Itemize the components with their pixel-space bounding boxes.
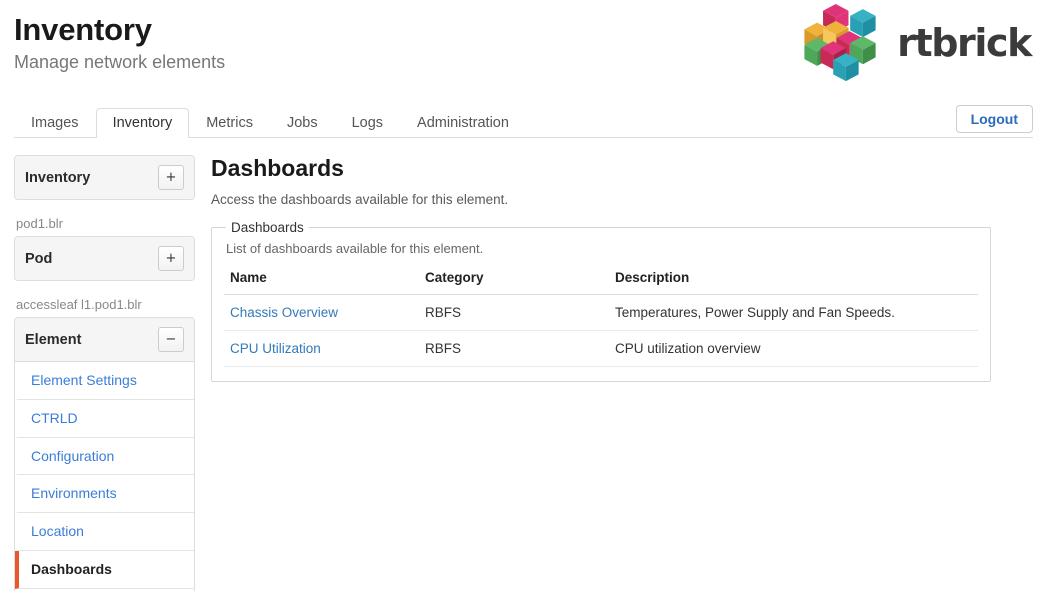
table-row: Chassis Overview RBFS Temperatures, Powe… (224, 294, 978, 331)
dashboard-link-cpu-utilization[interactable]: CPU Utilization (230, 341, 321, 356)
tab-metrics[interactable]: Metrics (189, 108, 270, 139)
cell-category: RBFS (419, 330, 609, 367)
dashboards-fieldset: Dashboards List of dashboards available … (211, 219, 991, 382)
cell-name: CPU Utilization (224, 330, 419, 367)
sidebar-panel-header-inventory[interactable]: Inventory + (15, 156, 194, 199)
sidebar-panel-header-element[interactable]: Element − (15, 318, 194, 362)
tab-inventory[interactable]: Inventory (95, 107, 190, 138)
dashboards-table-head: Name Category Description (224, 263, 978, 295)
sidebar-panel-title-pod: Pod (25, 250, 53, 267)
sidebar-item-element-settings[interactable]: Element Settings (15, 362, 194, 400)
sidebar-panel-element: Element − Element Settings CTRLD Configu… (14, 317, 195, 591)
dashboards-fieldset-note: List of dashboards available for this el… (226, 240, 484, 256)
table-row: CPU Utilization RBFS CPU utilization ove… (224, 330, 978, 367)
dashboard-link-chassis-overview[interactable]: Chassis Overview (230, 305, 338, 320)
sidebar-panel-title-element: Element (25, 331, 82, 348)
table-header-row: Name Category Description (224, 263, 978, 295)
sidebar-item-environments[interactable]: Environments (15, 475, 194, 514)
minus-icon[interactable]: − (158, 327, 184, 352)
main-tab-bar: Images Inventory Metrics Jobs Logs Admin… (14, 105, 1033, 139)
sidebar-panel-header-pod[interactable]: Pod + (15, 237, 194, 280)
sidebar: Inventory + pod1.blr Pod + accessleaf l1… (14, 155, 195, 591)
sidebar-element-nav: Element Settings CTRLD Configuration Env… (15, 362, 194, 591)
sidebar-context-element: accessleaf l1.pod1.blr (16, 297, 142, 312)
main-content: Dashboards Access the dashboards availab… (209, 155, 1033, 382)
plus-icon[interactable]: + (158, 165, 184, 190)
sidebar-panel-pod: Pod + (14, 236, 195, 281)
tab-jobs[interactable]: Jobs (270, 108, 335, 139)
brand-wordmark: rtbrick (897, 21, 1032, 65)
plus-icon[interactable]: + (158, 246, 184, 271)
column-header-name: Name (224, 263, 419, 295)
rtbrick-cube-logo-icon (804, 4, 876, 82)
column-header-category: Category (419, 263, 609, 295)
sidebar-panel-inventory: Inventory + (14, 155, 195, 200)
page-header: Inventory Manage network elements rtbric… (0, 0, 1047, 100)
sidebar-item-configuration[interactable]: Configuration (15, 437, 194, 476)
column-header-description: Description (609, 263, 978, 295)
sidebar-item-ctrld[interactable]: CTRLD (15, 399, 194, 438)
sidebar-item-dashboards[interactable]: Dashboards (15, 550, 194, 589)
sidebar-panel-title-inventory: Inventory (25, 169, 91, 186)
content-title: Dashboards (211, 155, 344, 181)
cell-category: RBFS (419, 294, 609, 331)
tab-logs[interactable]: Logs (335, 108, 400, 139)
cell-description: CPU utilization overview (609, 330, 978, 367)
cell-name: Chassis Overview (224, 294, 419, 331)
tab-administration[interactable]: Administration (400, 108, 526, 139)
dashboards-table-body: Chassis Overview RBFS Temperatures, Powe… (224, 294, 978, 367)
dashboards-fieldset-legend: Dashboards (231, 219, 304, 235)
tab-images[interactable]: Images (14, 108, 96, 139)
content-description: Access the dashboards available for this… (211, 191, 509, 207)
logout-button[interactable]: Logout (955, 105, 1033, 133)
sidebar-context-pod: pod1.blr (16, 216, 63, 231)
brand-logo: rtbrick (797, 4, 1032, 82)
page-body: Inventory + pod1.blr Pod + accessleaf l1… (0, 155, 1047, 591)
dashboards-table: Name Category Description Chassis Overvi… (224, 263, 978, 367)
sidebar-item-location[interactable]: Location (15, 513, 194, 551)
cell-description: Temperatures, Power Supply and Fan Speed… (609, 294, 978, 331)
